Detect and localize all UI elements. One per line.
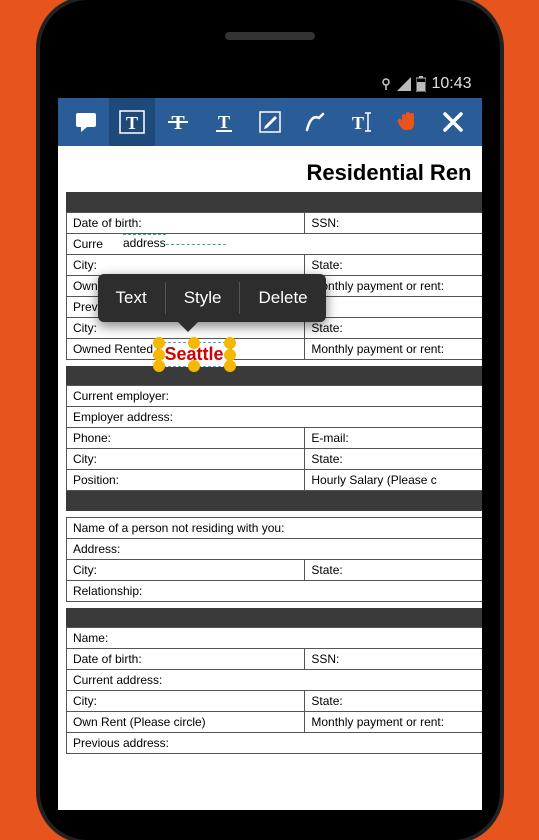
nonres-label: Name of a person not residing with you:: [66, 517, 481, 538]
popup-text-button[interactable]: Text: [98, 274, 165, 322]
resize-handle-bc[interactable]: [188, 360, 200, 372]
underline-tool[interactable]: T: [201, 98, 247, 146]
screen: 10:43 T T T T Residential Ren Date of bi…: [58, 70, 482, 810]
statusbar: 10:43: [58, 70, 482, 98]
popup-style-button[interactable]: Style: [166, 274, 240, 322]
phone-label: Phone:: [66, 428, 304, 449]
curraddr4-label: Current address:: [66, 670, 481, 691]
location-icon: [380, 77, 392, 91]
text-cursor-tool[interactable]: T: [338, 98, 384, 146]
signal-icon: [397, 77, 411, 91]
resize-handle-tl[interactable]: [153, 337, 165, 349]
position-label: Position:: [66, 470, 304, 491]
ref-city-label: City:: [66, 559, 304, 580]
emp-city-label: City:: [66, 449, 304, 470]
popup-delete-button[interactable]: Delete: [240, 274, 325, 322]
city-label: City:: [66, 254, 304, 275]
text-overlay-tool[interactable]: T: [109, 98, 155, 146]
doc-title: Residential Ren: [58, 146, 482, 192]
comment-tool[interactable]: [64, 98, 110, 146]
ssn-label: SSN:: [305, 212, 482, 233]
address-label: Address:: [66, 538, 481, 559]
toolbar: T T T T: [58, 98, 482, 146]
monthly-label: Monthly payment or rent:: [305, 275, 482, 296]
resize-handle-tc[interactable]: [188, 337, 200, 349]
prevaddr4-label: Previous address:: [66, 733, 481, 754]
resize-handle-mr[interactable]: [224, 349, 236, 361]
close-tool[interactable]: [430, 98, 476, 146]
context-popup: Text Style Delete: [98, 274, 326, 322]
status-time: 10:43: [431, 75, 471, 93]
state4-label: State:: [305, 691, 482, 712]
ownrent4-label: Own Rent (Please circle): [66, 712, 304, 733]
emp-state-label: State:: [305, 449, 482, 470]
employer-label: Current employer:: [66, 386, 481, 407]
current-address-row: Curreaddress: [66, 233, 481, 254]
resize-handle-tr[interactable]: [224, 337, 236, 349]
dob-label: Date of birth:: [66, 212, 304, 233]
svg-text:T: T: [352, 113, 364, 133]
monthly4-label: Monthly payment or rent:: [305, 712, 482, 733]
phone-frame: 10:43 T T T T Residential Ren Date of bi…: [40, 0, 500, 840]
email-label: E-mail:: [305, 428, 482, 449]
monthly2-label: Monthly payment or rent:: [305, 338, 482, 359]
freehand-tool[interactable]: [292, 98, 338, 146]
name4-label: Name:: [66, 628, 481, 649]
strikethrough-tool[interactable]: T: [155, 98, 201, 146]
pan-tool[interactable]: [384, 98, 430, 146]
document-area[interactable]: Residential Ren Date of birth:SSN: Curre…: [58, 146, 482, 810]
resize-handle-bl[interactable]: [153, 360, 165, 372]
hourly-label: Hourly Salary (Please c: [305, 470, 482, 491]
state-label: State:: [305, 254, 482, 275]
relationship-label: Relationship:: [66, 580, 481, 601]
signature-tool[interactable]: [247, 98, 293, 146]
dob4-label: Date of birth:: [66, 649, 304, 670]
svg-text:T: T: [126, 113, 138, 133]
svg-text:T: T: [218, 112, 230, 132]
ssn4-label: SSN:: [305, 649, 482, 670]
resize-handle-br[interactable]: [224, 360, 236, 372]
ref-state-label: State:: [305, 559, 482, 580]
text-annotation[interactable]: Seattle: [158, 342, 231, 367]
resize-handle-ml[interactable]: [153, 349, 165, 361]
battery-icon: [416, 76, 426, 92]
city4-label: City:: [66, 691, 304, 712]
state2-label: State:: [305, 317, 482, 338]
empaddr-label: Employer address:: [66, 407, 481, 428]
